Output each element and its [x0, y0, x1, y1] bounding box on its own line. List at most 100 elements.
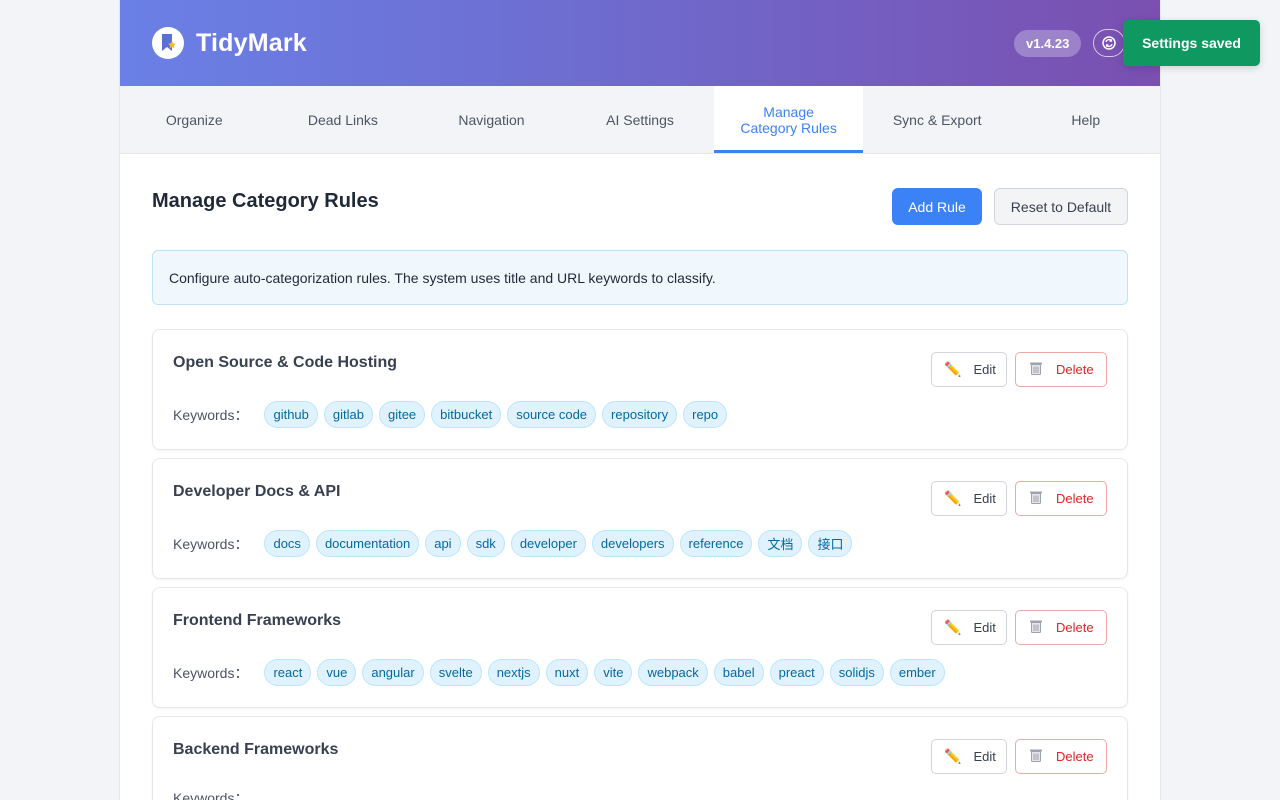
delete-rule-button[interactable]: Delete: [1015, 739, 1107, 774]
keywords-label: Keywords：: [173, 664, 249, 681]
keyword-tag: nextjs: [487, 659, 540, 686]
keyword-tag: gitlab: [323, 401, 373, 428]
keyword-tag: api: [425, 530, 461, 557]
keyword-tag: docs: [264, 530, 310, 557]
rule-card: Frontend Frameworks ✏️ Edit Delete Keywords：…: [152, 587, 1128, 708]
keyword-tag: solidjs: [829, 659, 884, 686]
rule-actions: ✏️ Edit Delete: [931, 610, 1107, 645]
keyword-list: github gitlab gitee bitbucket source code rep…: [264, 401, 728, 428]
edit-label: Edit: [973, 362, 996, 377]
keyword-tag: angular: [362, 659, 424, 686]
title-row: Manage Category Rules Add Rule Reset to …: [152, 154, 1128, 250]
keyword-tag: ember: [889, 659, 945, 686]
keyword-tag: developers: [591, 530, 674, 557]
trash-icon: [1028, 360, 1044, 379]
delete-label: Delete: [1056, 491, 1094, 506]
trash-icon: [1028, 618, 1044, 637]
rule-card: Backend Frameworks ✏️ Edit Delete Keywords：: [152, 716, 1128, 800]
trash-icon: [1028, 489, 1044, 508]
sync-button[interactable]: [1093, 29, 1125, 57]
keyword-tag: 文档: [758, 530, 803, 557]
tab-manage-category-rules[interactable]: Manage Category Rules: [714, 86, 863, 153]
pencil-icon: ✏️: [944, 361, 962, 377]
pencil-icon: ✏️: [944, 748, 962, 764]
rule-actions: ✏️ Edit Delete: [931, 739, 1107, 774]
tab-sync-export[interactable]: Sync & Export: [863, 86, 1012, 153]
keyword-tag: bitbucket: [431, 401, 502, 428]
rule-name: Developer Docs & API: [173, 483, 341, 500]
delete-rule-button[interactable]: Delete: [1015, 352, 1107, 387]
edit-rule-button[interactable]: ✏️ Edit: [931, 352, 1007, 387]
keyword-list: react vue angular svelte nextjs nuxt vite webpa…: [264, 659, 945, 686]
page-title: Manage Category Rules: [152, 190, 379, 212]
keyword-tag: developer: [510, 530, 586, 557]
app-name: TidyMark: [196, 28, 307, 57]
tab-label-line-2: Category Rules: [740, 119, 837, 136]
rule-list: Open Source & Code Hosting ✏️ Edit Delete Ke…: [152, 329, 1128, 800]
keyword-tag: webpack: [638, 659, 708, 686]
delete-rule-button[interactable]: Delete: [1015, 481, 1107, 516]
delete-label: Delete: [1056, 362, 1094, 377]
pencil-icon: ✏️: [944, 619, 962, 635]
bookmark-star-icon: [162, 34, 176, 51]
rule-name: Backend Frameworks: [173, 741, 339, 758]
tab-dead-links[interactable]: Dead Links: [269, 86, 418, 153]
keyword-tag: repo: [683, 401, 728, 428]
pencil-icon: ✏️: [944, 490, 962, 506]
keyword-tag: nuxt: [545, 659, 589, 686]
rule-name: Frontend Frameworks: [173, 612, 342, 629]
rule-actions: ✏️ Edit Delete: [931, 481, 1107, 516]
edit-rule-button[interactable]: ✏️ Edit: [931, 481, 1007, 516]
app-container: TidyMark v1.4.23 Organize Dead Links Nav…: [120, 0, 1160, 800]
keyword-list: docs documentation api sdk developer develope…: [264, 530, 853, 557]
rule-card: Open Source & Code Hosting ✏️ Edit Delete Ke…: [152, 329, 1128, 450]
rule-actions: ✏️ Edit Delete: [931, 352, 1107, 387]
sync-icon: [1102, 36, 1116, 50]
info-text: Configure auto-categorization rules. The…: [169, 269, 716, 286]
tab-bar: Organize Dead Links Navigation AI Settin…: [120, 86, 1160, 154]
rule-card: Developer Docs & API ✏️ Edit Delete Keywords…: [152, 458, 1128, 579]
trash-icon: [1028, 747, 1044, 766]
edit-label: Edit: [973, 749, 996, 764]
tab-navigation[interactable]: Navigation: [417, 86, 566, 153]
keyword-tag: gitee: [378, 401, 426, 428]
keywords-label: Keywords：: [173, 790, 249, 800]
info-banner: Configure auto-categorization rules. The…: [152, 250, 1128, 305]
tab-ai-settings[interactable]: AI Settings: [566, 86, 715, 153]
toast-notification: Settings saved: [1123, 20, 1260, 66]
rule-name: Open Source & Code Hosting: [173, 354, 398, 371]
keyword-tag: vite: [594, 659, 633, 686]
keyword-tag: documentation: [315, 530, 420, 557]
edit-label: Edit: [973, 620, 996, 635]
tab-organize[interactable]: Organize: [120, 86, 269, 153]
version-badge: v1.4.23: [1014, 30, 1082, 57]
main-content: Manage Category Rules Add Rule Reset to …: [120, 154, 1160, 800]
keyword-tag: svelte: [429, 659, 482, 686]
keyword-tag: sdk: [466, 530, 505, 557]
edit-rule-button[interactable]: ✏️ Edit: [931, 610, 1007, 645]
keyword-tag: babel: [713, 659, 764, 686]
keywords-row: Keywords：: [173, 788, 264, 800]
delete-label: Delete: [1056, 749, 1094, 764]
keywords-row: Keywords： react vue angular svelte nextjs nuxt…: [173, 659, 945, 686]
keywords-row: Keywords： github gitlab gitee bitbucket sourc…: [173, 401, 728, 428]
keywords-label: Keywords：: [173, 535, 249, 552]
edit-rule-button[interactable]: ✏️ Edit: [931, 739, 1007, 774]
app-logo: [152, 27, 184, 59]
keywords-row: Keywords： docs documentation api sdk develope…: [173, 530, 853, 557]
tab-help[interactable]: Help: [1011, 86, 1160, 153]
keyword-tag: react: [264, 659, 312, 686]
app-header: TidyMark v1.4.23: [120, 0, 1160, 86]
keyword-tag: vue: [317, 659, 357, 686]
keyword-tag: reference: [679, 530, 753, 557]
edit-label: Edit: [973, 491, 996, 506]
keyword-tag: source code: [507, 401, 597, 428]
add-rule-button[interactable]: Add Rule: [892, 188, 982, 225]
tab-label-line-1: Manage: [763, 103, 814, 120]
keyword-tag: 接口: [808, 530, 853, 557]
keyword-tag: github: [264, 401, 318, 428]
reset-to-default-button[interactable]: Reset to Default: [994, 188, 1128, 225]
keyword-tag: preact: [769, 659, 824, 686]
keyword-tag: repository: [602, 401, 678, 428]
delete-rule-button[interactable]: Delete: [1015, 610, 1107, 645]
